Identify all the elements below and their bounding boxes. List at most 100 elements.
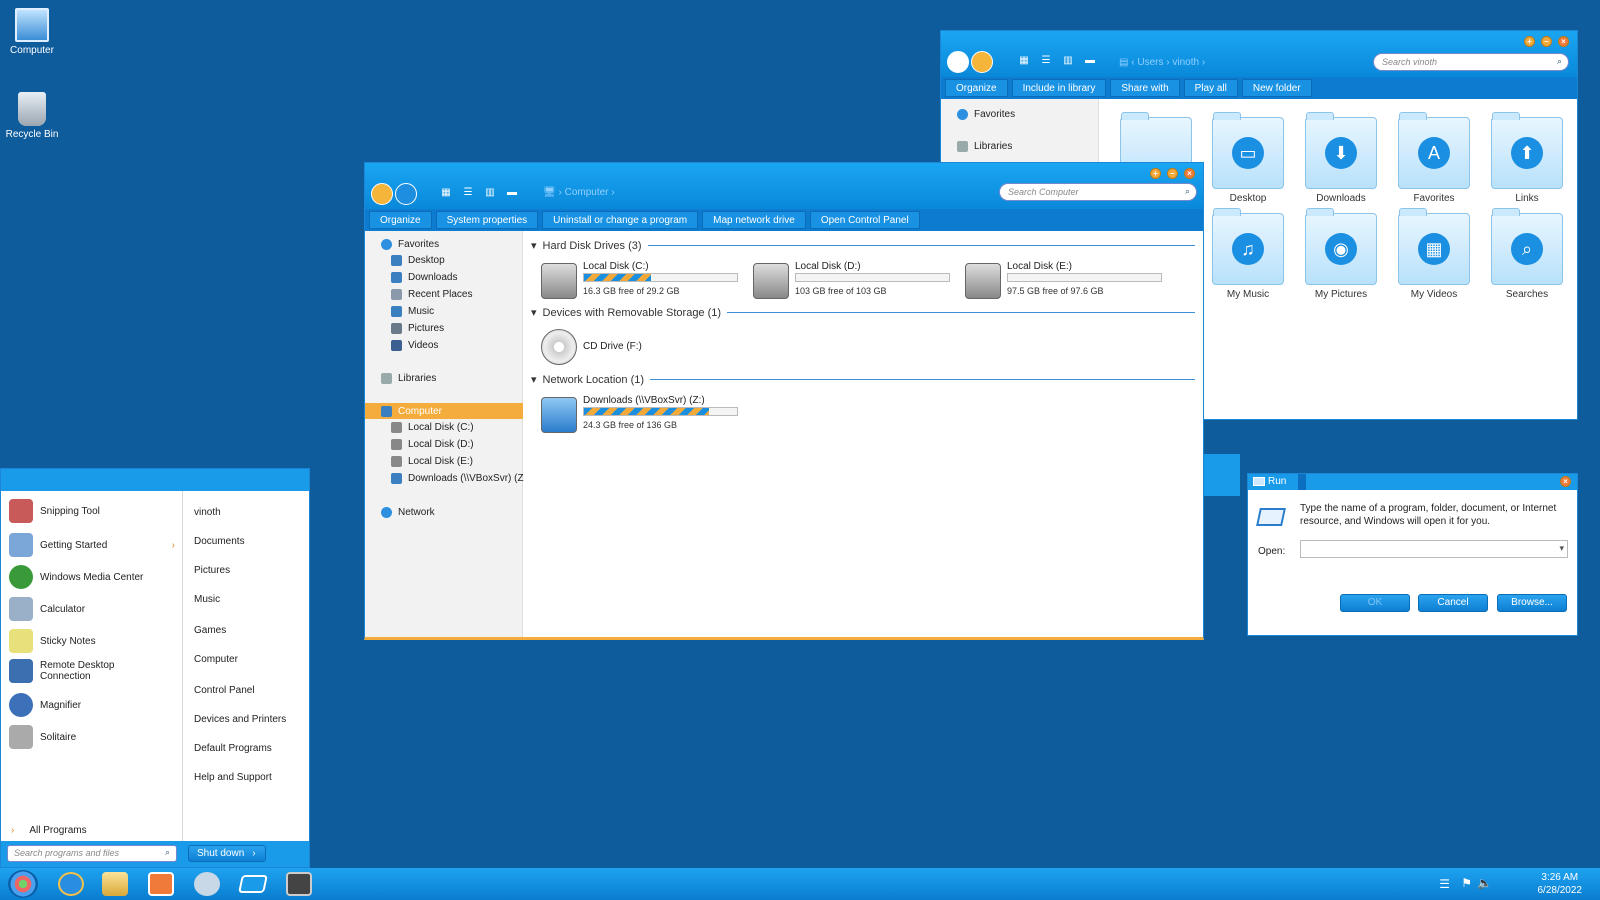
nav-local-disk-e[interactable]: Local Disk (E:): [391, 456, 473, 467]
nav-local-disk-d[interactable]: Local Disk (D:): [391, 439, 474, 450]
view-preview-icon[interactable]: ▬: [1083, 55, 1097, 67]
cmd-include-library[interactable]: Include in library: [1011, 79, 1107, 97]
media-player-icon[interactable]: [148, 872, 174, 896]
place-computer[interactable]: Computer: [194, 654, 238, 665]
drive-d[interactable]: Local Disk (D:) 103 GB free of 103 GB: [753, 261, 953, 305]
maximize-button[interactable]: +: [1524, 36, 1535, 47]
start-button[interactable]: [8, 870, 38, 898]
cmd-new-folder[interactable]: New folder: [1241, 79, 1312, 97]
nav-network-drive[interactable]: Downloads (\\VBoxSvr) (Z: [391, 473, 524, 484]
back-button[interactable]: [947, 51, 969, 73]
view-list-icon[interactable]: ☰: [1039, 55, 1053, 67]
tray-flag-icon[interactable]: ⚑: [1461, 876, 1472, 890]
nav-desktop[interactable]: Desktop: [391, 255, 445, 266]
file-explorer-icon[interactable]: [102, 872, 128, 896]
place-control-panel[interactable]: Control Panel: [194, 685, 255, 696]
search-input[interactable]: Search Computer ⌕: [999, 183, 1197, 201]
minimize-button[interactable]: –: [1167, 168, 1178, 179]
place-pictures[interactable]: Pictures: [194, 565, 230, 576]
nav-libraries[interactable]: Libraries: [957, 141, 1012, 152]
ok-button[interactable]: OK: [1340, 594, 1410, 612]
cancel-button[interactable]: Cancel: [1418, 594, 1488, 612]
back-button[interactable]: [371, 183, 393, 205]
folder-links[interactable]: ⬆ Links: [1490, 112, 1564, 204]
cmd-play-all[interactable]: Play all: [1183, 79, 1238, 97]
view-tiles-icon[interactable]: ▦: [1017, 55, 1031, 67]
cmd-share-with[interactable]: Share with: [1110, 79, 1180, 97]
nav-recent-places[interactable]: Recent Places: [391, 289, 472, 300]
place-user[interactable]: vinoth: [194, 507, 221, 518]
nav-videos[interactable]: Videos: [391, 340, 438, 351]
breadcrumb[interactable]: ▤ ‹ Users › vinoth ›: [1119, 57, 1205, 68]
settings-icon[interactable]: [286, 872, 312, 896]
desktop-icon-computer[interactable]: Computer: [2, 8, 62, 56]
view-list-icon[interactable]: ☰: [461, 187, 475, 199]
place-devices-printers[interactable]: Devices and Printers: [194, 714, 286, 725]
nav-libraries[interactable]: Libraries: [381, 373, 436, 384]
folder-searches[interactable]: ⌕ Searches: [1490, 208, 1564, 300]
chevron-down-icon[interactable]: ▾: [1559, 543, 1564, 554]
cmd-organize[interactable]: Organize: [945, 79, 1008, 97]
folder-my-music[interactable]: ♫ My Music: [1211, 208, 1285, 300]
place-games[interactable]: Games: [194, 625, 226, 636]
paint-icon[interactable]: [194, 872, 220, 896]
start-search-input[interactable]: Search programs and files ⌕: [7, 845, 177, 862]
close-button[interactable]: ×: [1184, 168, 1195, 179]
place-help-support[interactable]: Help and Support: [194, 772, 272, 783]
maximize-button[interactable]: +: [1150, 168, 1161, 179]
close-button[interactable]: ×: [1560, 476, 1571, 487]
forward-button[interactable]: [395, 183, 417, 205]
folder-desktop[interactable]: ▭ Desktop: [1211, 112, 1285, 204]
tray-clock[interactable]: 3:26 AM 6/28/2022: [1538, 871, 1583, 897]
place-default-programs[interactable]: Default Programs: [194, 743, 272, 754]
cmd-map-network-drive[interactable]: Map network drive: [702, 211, 806, 229]
browse-button[interactable]: Browse...: [1497, 594, 1567, 612]
cmd-uninstall-program[interactable]: Uninstall or change a program: [542, 211, 699, 229]
view-details-icon[interactable]: ▥: [483, 187, 497, 199]
program-magnifier[interactable]: Magnifier: [9, 693, 81, 717]
view-preview-icon[interactable]: ▬: [505, 187, 519, 199]
nav-local-disk-c[interactable]: Local Disk (C:): [391, 422, 474, 433]
shutdown-button[interactable]: Shut down ›: [188, 845, 266, 862]
close-button[interactable]: ×: [1558, 36, 1569, 47]
folder-favorites[interactable]: A Favorites: [1397, 112, 1471, 204]
run-taskbar-icon[interactable]: [238, 875, 268, 893]
nav-network[interactable]: Network: [381, 507, 435, 518]
nav-pictures[interactable]: Pictures: [391, 323, 444, 334]
nav-favorites[interactable]: Favorites: [957, 109, 1015, 120]
nav-downloads[interactable]: Downloads: [391, 272, 457, 283]
tray-action-center-icon[interactable]: ☰: [1439, 877, 1450, 891]
cmd-open-control-panel[interactable]: Open Control Panel: [809, 211, 920, 229]
program-solitaire[interactable]: Solitaire: [9, 725, 76, 749]
tray-volume-icon[interactable]: 🔈: [1477, 876, 1492, 890]
drive-e[interactable]: Local Disk (E:) 97.5 GB free of 97.6 GB: [965, 261, 1165, 305]
cmd-system-properties[interactable]: System properties: [435, 211, 539, 229]
nav-favorites[interactable]: Favorites: [381, 239, 439, 250]
minimize-button[interactable]: –: [1541, 36, 1552, 47]
network-drive-z[interactable]: Downloads (\\VBoxSvr) (Z:) 24.3 GB free …: [541, 395, 741, 439]
place-music[interactable]: Music: [194, 594, 220, 605]
open-field[interactable]: ▾: [1300, 540, 1568, 558]
group-network-location[interactable]: ▾ Network Location (1): [531, 373, 1195, 386]
forward-button[interactable]: [971, 51, 993, 73]
group-removable-storage[interactable]: ▾ Devices with Removable Storage (1): [531, 306, 1195, 319]
view-tiles-icon[interactable]: ▦: [439, 187, 453, 199]
place-documents[interactable]: Documents: [194, 536, 245, 547]
drive-c[interactable]: Local Disk (C:) 16.3 GB free of 29.2 GB: [541, 261, 741, 305]
nav-computer[interactable]: Computer: [365, 403, 523, 419]
breadcrumb[interactable]: 🖥 › Computer ›: [543, 187, 615, 198]
all-programs[interactable]: › All Programs: [11, 825, 87, 836]
search-input[interactable]: Search vinoth ⌕: [1373, 53, 1569, 71]
program-sticky-notes[interactable]: Sticky Notes: [9, 629, 96, 653]
cd-drive[interactable]: CD Drive (F:): [541, 327, 741, 371]
folder-my-videos[interactable]: ▦ My Videos: [1397, 208, 1471, 300]
desktop-icon-recycle-bin[interactable]: Recycle Bin: [2, 92, 62, 140]
group-hard-disk-drives[interactable]: ▾ Hard Disk Drives (3): [531, 239, 1195, 252]
nav-music[interactable]: Music: [391, 306, 434, 317]
internet-explorer-icon[interactable]: [58, 872, 84, 896]
program-getting-started[interactable]: Getting Started ›: [9, 533, 175, 557]
folder-downloads[interactable]: ⬇ Downloads: [1304, 112, 1378, 204]
program-windows-media-center[interactable]: Windows Media Center: [9, 565, 143, 589]
program-calculator[interactable]: Calculator: [9, 597, 85, 621]
program-snipping-tool[interactable]: Snipping Tool: [9, 499, 100, 523]
